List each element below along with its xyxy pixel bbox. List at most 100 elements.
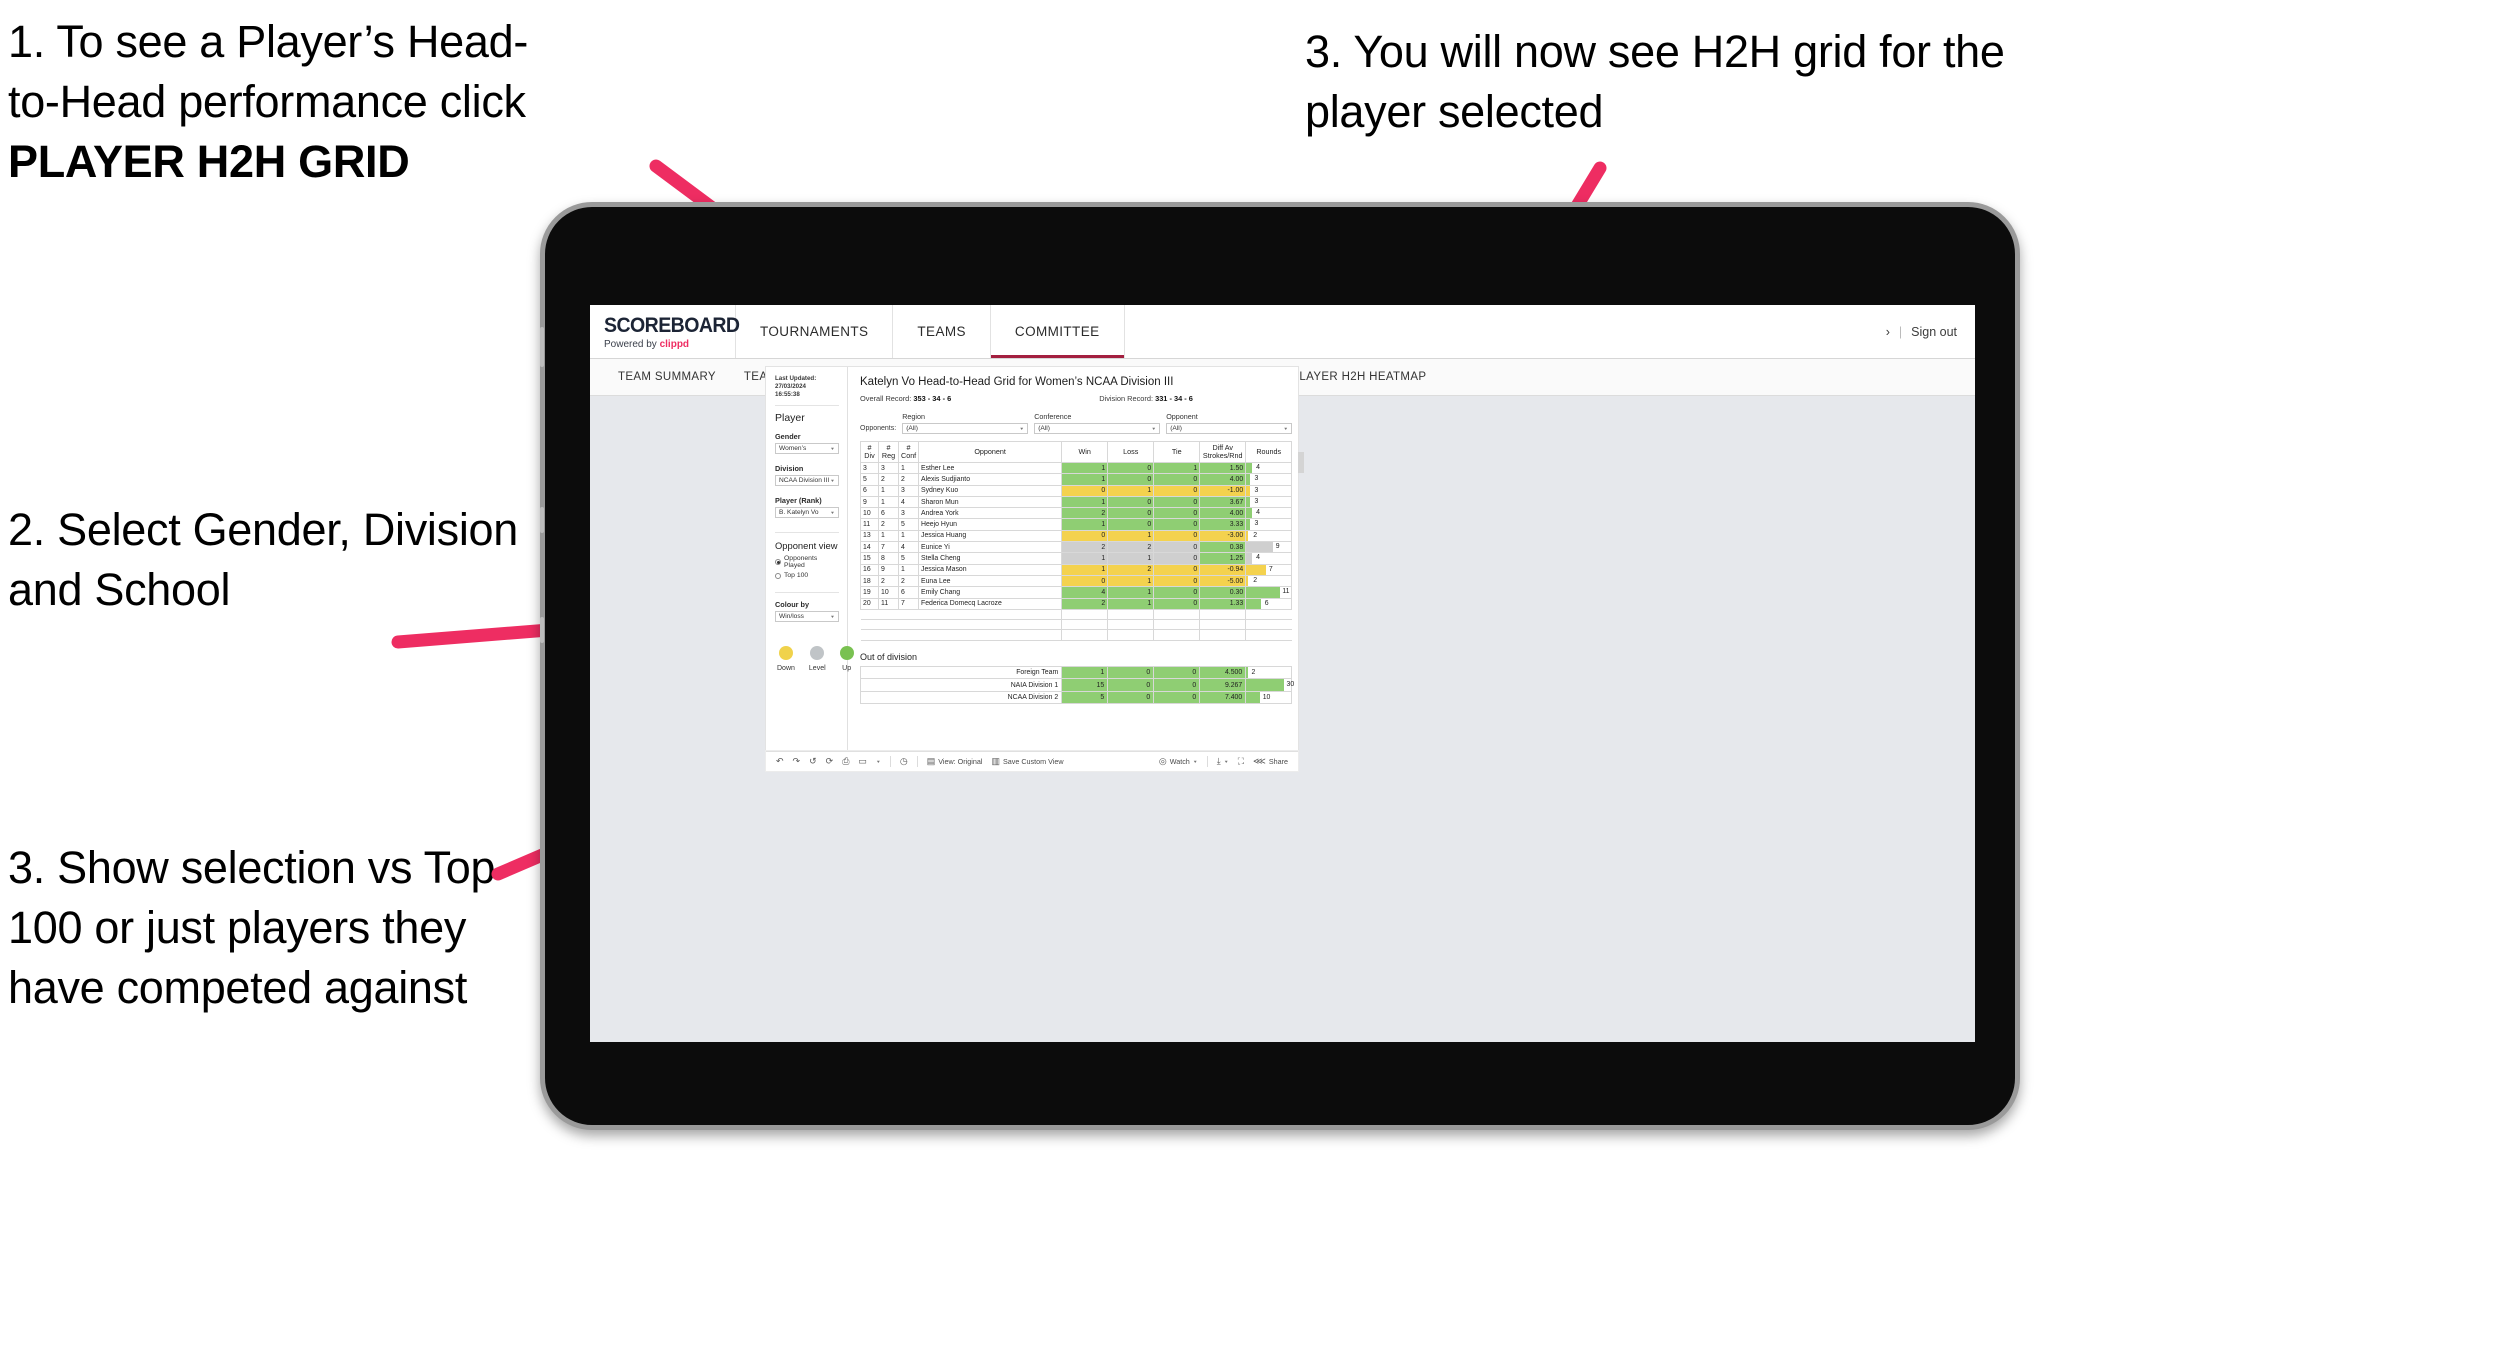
cell-win: 1 [1061,495,1109,509]
cell-rounds: 2 [1245,665,1293,680]
sign-out-button[interactable]: Sign out [1911,325,1957,339]
cell-loss: 0 [1107,461,1155,475]
opponent-value: (All) [1170,425,1182,432]
tablet-screen: SCOREBOARD Powered by clippd TOURNAMENTS… [590,305,1975,1042]
table-row[interactable]: 10 6 3 Andrea York 2 0 0 4.00 4 [860,507,1293,520]
legend-label: Down [777,665,795,673]
brand-tagline-accent: clippd [659,338,690,350]
rectangle-select-icon[interactable]: ▭ [858,757,867,766]
overall-record: Overall Record: 353 - 34 - 6 [860,394,951,403]
table-row[interactable]: 6 1 3 Sydney Kuo 0 1 0 -1.00 3 [860,484,1293,497]
table-row[interactable]: 14 7 4 Eunice Yi 2 2 0 0.38 9 [860,541,1293,554]
gender-select[interactable]: Women’s ▼ [775,443,839,455]
column-header: Diff Av Strokes/Rnd [1199,441,1247,463]
cell-loss: 1 [1107,597,1155,610]
tab-team-summary[interactable]: TEAM SUMMARY [604,371,730,383]
table-row[interactable]: 16 9 1 Jessica Mason 1 2 0 -0.94 7 [860,563,1293,576]
out-of-division-row[interactable]: NCAA Division 2 5 0 0 7.400 10 [859,690,1293,705]
player-rank-select[interactable]: B. Katelyn Vo ▼ [775,507,839,519]
out-of-division-row[interactable]: NAIA Division 1 15 0 0 9.267 30 [859,678,1294,692]
cell-diff: 4.500 [1199,665,1247,680]
cell-diff: -5.00 [1199,574,1247,588]
opponent-select[interactable]: (All) ▼ [1166,423,1293,434]
radio-icon-selected [775,559,781,566]
cell-loss: 0 [1107,678,1155,692]
redo-icon[interactable]: ↷ [793,757,801,766]
colour-by-label: Colour by [775,600,810,610]
radio-top-100[interactable]: Top 100 [775,572,839,579]
table-row[interactable]: 20 11 7 Federica Domecq Lacroze 2 1 0 1.33 6 [860,597,1293,610]
chevron-down-icon: ▼ [830,446,835,452]
top-right-actions: › | Sign out [1886,305,1975,358]
cell-tie: 0 [1153,678,1201,692]
legend-swatch-down [778,646,793,661]
legend-item-down: Down [777,646,795,672]
cell-conf: 2 [898,574,919,588]
view-original-button[interactable]: ▤ View: Original [927,757,983,767]
region-value: (All) [906,425,918,432]
brand-logo[interactable]: SCOREBOARD Powered by clippd [590,305,740,358]
cell-conf: 1 [898,461,919,475]
cell-diff: 4.00 [1199,473,1247,486]
colour-by-select[interactable]: Win/loss ▼ [775,611,839,623]
annotation-step-1: 1. To see a Player’s Head- to-Head perfo… [8,12,748,192]
nav-teams[interactable]: TEAMS [893,305,991,358]
cell-diff: 1.25 [1199,552,1247,565]
table-row[interactable]: 19 10 6 Emily Chang 4 1 0 0.30 11 [860,586,1293,599]
fullscreen-icon[interactable]: ⛶ [1238,757,1244,766]
opponent-filters: Opponents: Region (All) ▼ Conference (Al… [860,412,1293,434]
cell-opponent: Federica Domecq Lacroze [917,597,1063,610]
cell-diff: 9.267 [1199,678,1247,692]
table-row[interactable]: 11 2 5 Heejo Hyun 1 0 0 3.33 3 [860,518,1293,531]
table-row[interactable]: 13 1 1 Jessica Huang 0 1 0 -3.00 2 [860,529,1293,543]
cell-diff: 7.400 [1199,690,1247,705]
opponent-label: Opponent [1166,412,1198,421]
nav-tournaments[interactable]: TOURNAMENTS [736,305,894,358]
radio-opponents-played[interactable]: Opponents Played [775,555,839,569]
cell-tie: 0 [1153,690,1201,705]
cell-tie: 0 [1153,665,1201,680]
table-row[interactable]: 9 1 4 Sharon Mun 1 0 0 3.67 3 [860,495,1293,509]
cell-reg: 9 [878,563,899,576]
chevron-down-icon: ▼ [1151,426,1157,431]
vertical-scrollbar[interactable] [1298,452,1305,473]
cell-win: 1 [1061,473,1109,486]
division-record: Division Record: 331 - 34 - 6 [1099,394,1193,403]
cell-div: 9 [860,495,879,509]
watch-button[interactable]: ◎ Watch ▼ [1159,757,1198,767]
cell-win: 1 [1061,461,1109,475]
cell-reg: 2 [878,473,899,486]
table-row[interactable]: 3 3 1 Esther Lee 1 0 1 1.50 4 [860,461,1293,475]
pause-updates-icon[interactable]: ⎙ [842,757,849,766]
opponent-filter: Opponent (All) ▼ [1166,412,1293,434]
cell-reg: 1 [878,529,899,543]
table-row[interactable]: 15 8 5 Stella Cheng 1 1 0 1.25 4 [860,552,1293,565]
region-select[interactable]: (All) ▼ [902,423,1029,434]
annotation-step-2: 2. Select Gender, Division and School [8,504,518,615]
undo-icon[interactable]: ↶ [776,757,784,766]
divider [916,756,918,767]
conference-select[interactable]: (All) ▼ [1034,423,1161,434]
share-button[interactable]: ⋘ Share [1253,757,1288,767]
column-header: Opponent [917,441,1063,463]
cell-win: 2 [1061,597,1109,610]
refresh-icon[interactable]: ⟳ [826,757,834,766]
division-select[interactable]: NCAA Division III ▼ [775,475,839,487]
chevron-down-icon[interactable]: ▼ [876,759,881,764]
clock-icon[interactable]: ◷ [900,757,908,766]
out-of-division-row[interactable]: Foreign Team 1 0 0 4.500 2 [859,665,1293,680]
cell-conf: 1 [898,563,919,576]
table-row[interactable]: 5 2 2 Alexis Sudjianto 1 0 0 4.00 3 [860,473,1293,486]
revert-icon[interactable]: ↺ [809,757,817,766]
chevron-right-icon[interactable]: › [1886,325,1890,339]
save-custom-view-button[interactable]: ▥ Save Custom View [991,757,1064,767]
cell-opponent: Sydney Kuo [917,484,1063,497]
cell-win: 2 [1061,507,1109,520]
save-custom-view-label: Save Custom View [1002,757,1064,766]
nav-committee[interactable]: COMMITTEE [990,305,1125,358]
column-header: Win [1061,441,1109,463]
table-row[interactable]: 18 2 2 Euna Lee 0 1 0 -5.00 2 [860,574,1293,588]
cell-win: 5 [1061,690,1109,705]
cell-conf: 4 [898,541,919,554]
download-button[interactable]: ⤓ ▼ [1217,757,1229,766]
